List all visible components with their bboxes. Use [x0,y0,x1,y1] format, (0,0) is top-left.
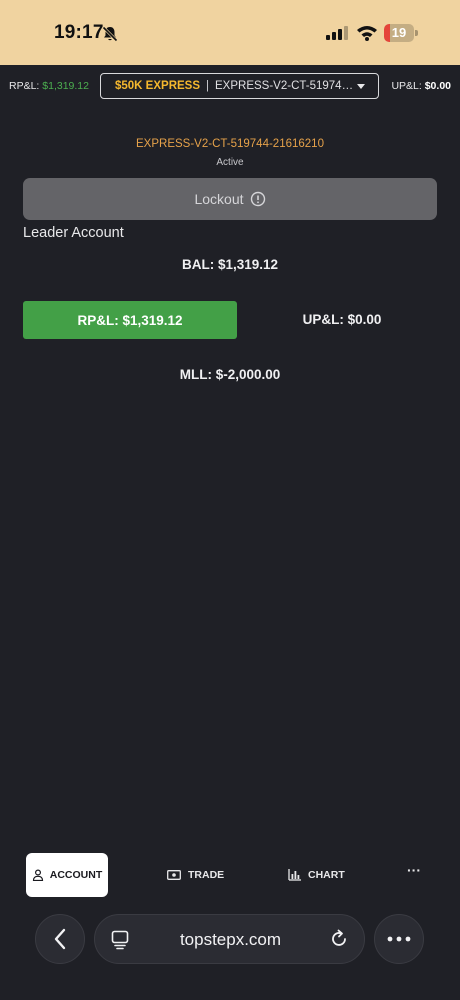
reload-icon[interactable] [329,929,349,949]
header-upl-value: $0.00 [424,80,451,92]
nav-chart-tab[interactable]: CHART [288,866,345,884]
account-selector[interactable]: $50K EXPRESS | EXPRESS-V2-CT-519744-21..… [100,73,379,99]
nav-trade-tab[interactable]: TRADE [167,866,224,884]
header-rpl: RP&L: $1,319.12 [9,80,89,92]
browser-url-text: topstepx.com [179,930,282,949]
header-upl-label: UP&L: [391,80,425,92]
max-loss-limit-value: MLL: $-2,000.00 [179,367,281,382]
more-menu-icon[interactable]: ··· [402,862,426,886]
ellipsis-icon [387,936,411,942]
cellular-signal-icon [326,26,348,40]
header-upl: UP&L: $0.00 [391,80,451,92]
unrealized-pnl-value: UP&L: $0.00 [302,312,382,327]
nav-account-label: ACCOUNT [49,869,103,881]
realized-pnl-button[interactable]: RP&L: $1,319.12 [23,301,237,339]
nav-chart-label: CHART [308,869,345,881]
chevron-left-icon [54,928,66,950]
wifi-icon [357,26,377,41]
account-separator: | [206,80,210,92]
battery-indicator: 19 [384,24,418,42]
lockout-label: Lockout [194,191,244,207]
bell-slash-icon [102,26,118,42]
battery-level: 19 [391,25,407,40]
status-bar: 19:17 19 [0,0,460,65]
status-time: 19:17 [54,22,104,43]
account-status: Active [216,157,244,168]
lockout-button[interactable]: Lockout [23,178,437,220]
nav-trade-label: TRADE [188,869,225,881]
nav-account-tab[interactable]: ACCOUNT [26,853,108,897]
header-rpl-value: $1,319.12 [42,80,89,92]
chevron-down-icon [357,84,365,89]
user-icon [32,869,43,881]
browser-back-button[interactable] [35,914,85,964]
balance-value: BAL: $1,319.12 [181,257,279,272]
browser-url-bar[interactable]: topstepx.com [94,914,365,964]
browser-menu-button[interactable] [374,914,424,964]
account-id-short: EXPRESS-V2-CT-519744-21... [215,80,355,92]
leader-account-label: Leader Account [23,225,124,241]
header-rpl-label: RP&L: [9,80,43,92]
info-circle-icon [250,191,265,207]
bar-chart-icon [288,869,301,881]
account-name: EXPRESS-V2-CT-519744-21616210 [136,138,324,150]
account-plan: $50K EXPRESS [115,80,201,92]
realized-pnl-label: RP&L: $1,319.12 [77,312,183,328]
cash-icon [167,870,181,880]
battery-cap [415,30,418,36]
